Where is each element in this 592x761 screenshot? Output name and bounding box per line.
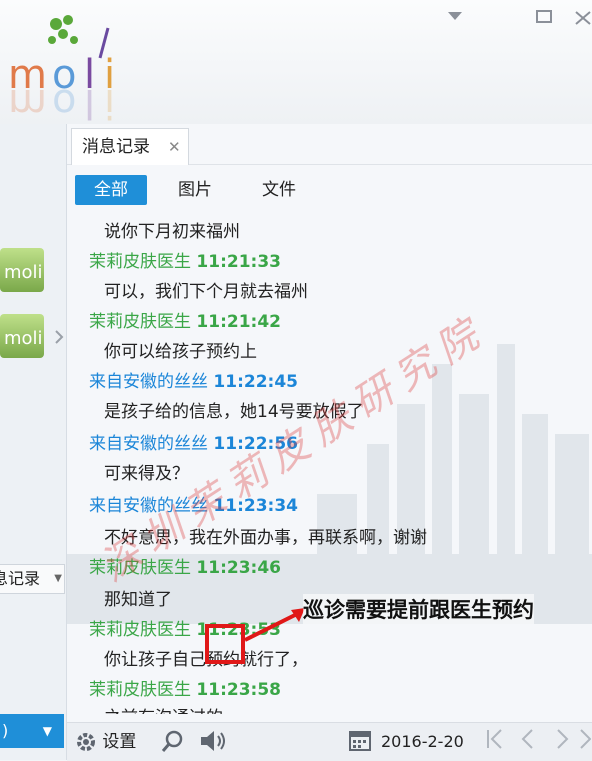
message-record-dropdown[interactable]: 息记录 ▼ xyxy=(0,564,65,594)
svg-text:moli: moli xyxy=(4,328,43,349)
annotation-text: 巡诊需要提前跟医生预约 xyxy=(303,594,534,624)
message-sender-line: 茉莉皮肤医生 11:21:42 xyxy=(89,308,281,336)
sender-name: 来自安徽的丝丝 xyxy=(89,372,208,392)
highlight-box xyxy=(205,624,245,664)
message-sender-line: 来自安徽的丝丝 11:22:45 xyxy=(89,368,298,396)
dropdown-arrow-icon[interactable] xyxy=(446,10,464,26)
message-list: 说你下月初来福州 茉莉皮肤医生 11:21:33 可以，我们下个月就去福州 茉莉… xyxy=(67,214,592,714)
message-time: 11:23:58 xyxy=(196,680,281,700)
message-sender-line: 茉莉皮肤医生 11:23:58 xyxy=(89,676,281,704)
speaker-icon[interactable] xyxy=(199,729,229,761)
svg-text:i: i xyxy=(104,80,115,122)
app-header: m o l i m o l i xyxy=(0,0,592,126)
svg-text:moli: moli xyxy=(4,262,43,283)
close-icon[interactable] xyxy=(574,10,592,30)
sender-name: 来自安徽的丝丝 xyxy=(89,434,208,454)
message-body: 之前有沟通过的 xyxy=(104,704,223,714)
filter-images[interactable]: 图片 xyxy=(163,175,227,205)
send-label: ) xyxy=(2,721,9,740)
message-time: 11:23:46 xyxy=(196,558,281,578)
contact-sidebar: moli moli 息记录 ▼ ) ▼ xyxy=(0,124,67,760)
maximize-icon[interactable] xyxy=(536,10,552,28)
tab-label: 消息记录 xyxy=(82,137,150,157)
message-body: 你可以给孩子预约上 xyxy=(104,342,257,362)
last-page-icon[interactable] xyxy=(579,727,592,759)
settings-button[interactable]: 设置 xyxy=(75,729,136,755)
sender-name: 茉莉皮肤医生 xyxy=(89,680,191,700)
avatar[interactable]: moli xyxy=(0,314,44,358)
filter-files[interactable]: 文件 xyxy=(247,175,311,205)
chevron-right-icon[interactable] xyxy=(54,329,64,349)
record-label: 息记录 xyxy=(0,569,41,588)
chevron-down-icon[interactable]: ▼ xyxy=(43,714,52,748)
next-page-icon[interactable] xyxy=(555,727,571,759)
settings-label: 设置 xyxy=(102,732,137,752)
message-history-panel: 消息记录 ✕ 全部 图片 文件 说你下月初来福州 茉莉皮肤医生 11:21:33… xyxy=(67,124,592,761)
chevron-down-icon: ▼ xyxy=(54,573,62,584)
moli-logo: m o l i m o l i xyxy=(8,10,138,126)
previous-page-icon[interactable] xyxy=(519,727,535,759)
tab-bar: 消息记录 ✕ xyxy=(67,124,592,165)
close-tab-icon[interactable]: ✕ xyxy=(168,129,181,165)
svg-text:o: o xyxy=(52,80,76,122)
send-button[interactable]: ) ▼ xyxy=(0,714,64,748)
calendar-icon[interactable] xyxy=(349,729,371,759)
svg-text:l: l xyxy=(84,80,95,122)
gear-icon xyxy=(77,733,95,751)
filter-all[interactable]: 全部 xyxy=(75,175,147,205)
message-body: 可以，我们下个月就去福州 xyxy=(104,282,308,302)
avatar[interactable]: moli xyxy=(0,248,44,292)
message-time: 11:21:42 xyxy=(196,312,281,332)
message-time: 11:22:45 xyxy=(213,372,298,392)
first-page-icon[interactable] xyxy=(485,727,505,759)
svg-text:m: m xyxy=(8,80,47,122)
bottom-toolbar: 设置 2016-2-20 xyxy=(67,722,592,761)
date-display[interactable]: 2016-2-20 xyxy=(381,729,464,755)
search-icon[interactable] xyxy=(161,729,185,761)
message-time: 11:21:33 xyxy=(196,252,281,272)
sender-name: 茉莉皮肤医生 xyxy=(89,312,191,332)
tab-message-record[interactable]: 消息记录 ✕ xyxy=(71,128,189,165)
sender-name: 茉莉皮肤医生 xyxy=(89,620,191,640)
message-body: 可来得及？ xyxy=(104,464,189,484)
message-body: 那知道了 xyxy=(104,590,172,610)
sender-name: 茉莉皮肤医生 xyxy=(89,252,191,272)
message-body: 说你下月初来福州 xyxy=(104,222,240,242)
message-sender-line: 茉莉皮肤医生 11:21:33 xyxy=(89,248,281,276)
